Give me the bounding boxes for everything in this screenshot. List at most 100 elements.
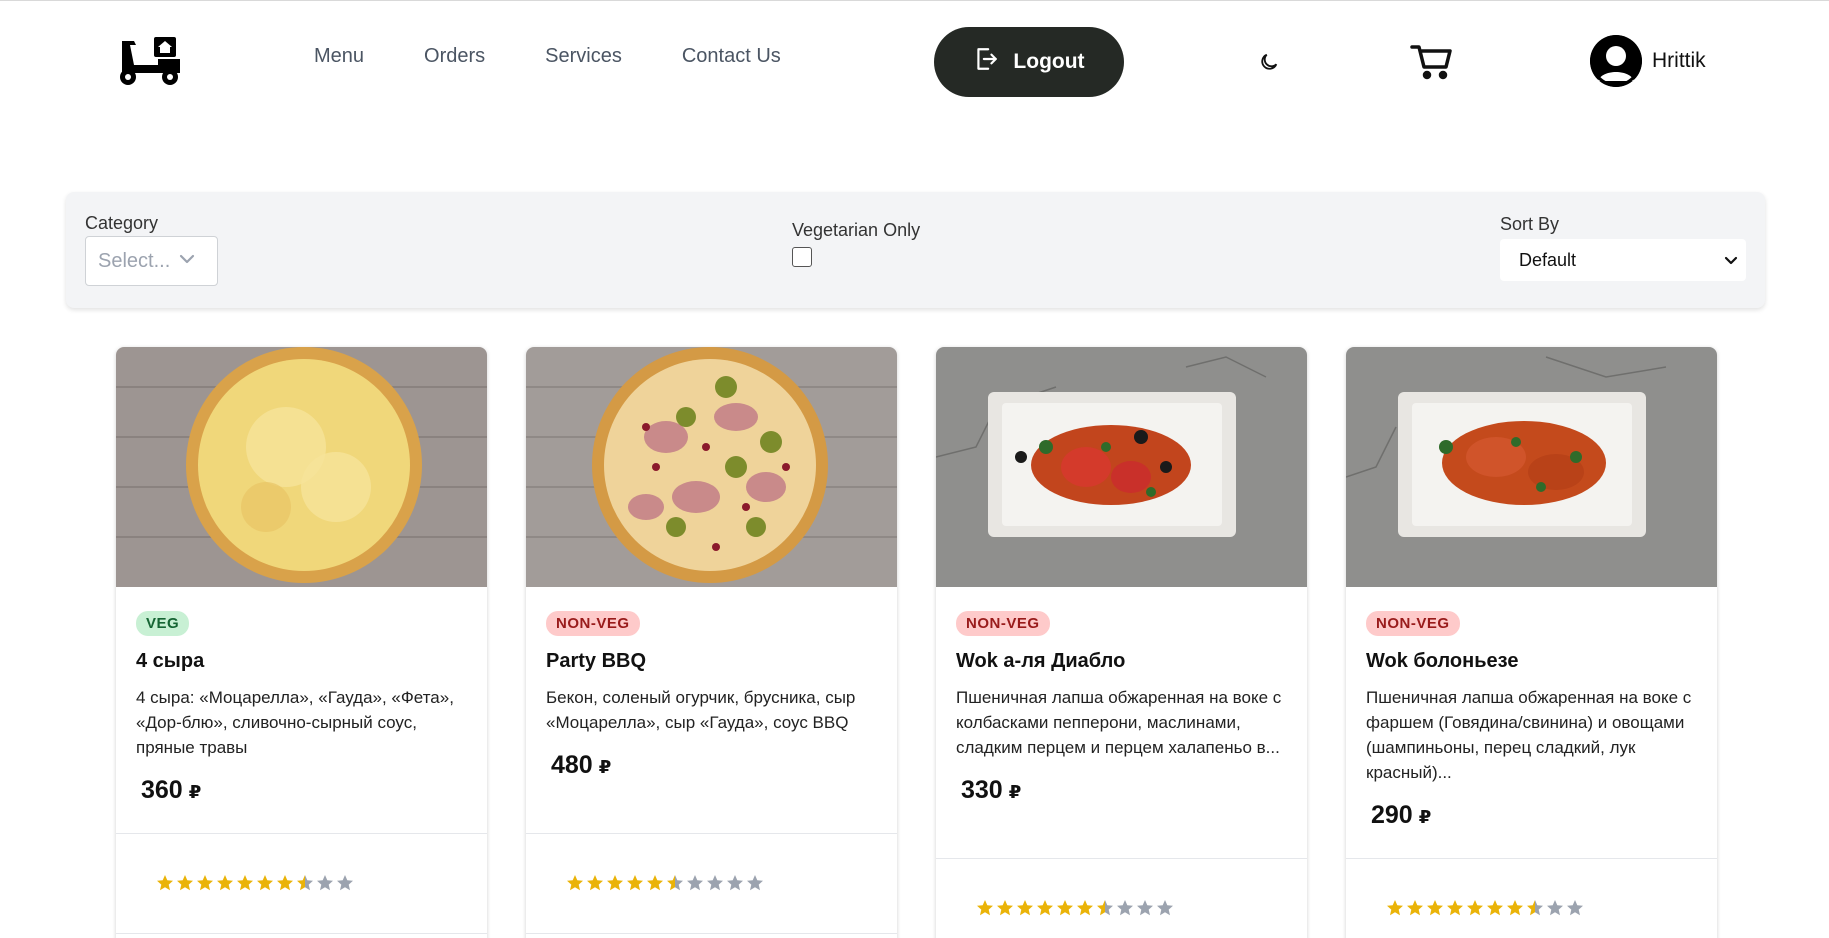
sort-value: Default bbox=[1519, 249, 1577, 270]
star-icon bbox=[727, 875, 743, 891]
star-icon bbox=[157, 875, 173, 891]
four-cheese-pizza-image bbox=[116, 347, 487, 587]
star-icon bbox=[217, 875, 233, 891]
cart-icon[interactable] bbox=[1410, 43, 1454, 81]
top-header: Menu Orders Services Contact Us Logout H… bbox=[0, 0, 1829, 120]
nav-menu-link[interactable]: Menu bbox=[314, 45, 364, 68]
rating-stars bbox=[566, 874, 897, 892]
item-price: 360 ₽ bbox=[141, 776, 467, 805]
star-icon bbox=[1427, 900, 1443, 916]
sort-select[interactable]: Default bbox=[1500, 239, 1746, 281]
card-footer bbox=[526, 833, 897, 892]
rating-stars bbox=[976, 899, 1307, 917]
category-placeholder: Select... bbox=[98, 249, 171, 272]
star-icon bbox=[1117, 900, 1133, 916]
filter-bar: Category Select... Vegetarian Only Sort … bbox=[66, 192, 1765, 308]
star-icon bbox=[1527, 900, 1543, 916]
price-value: 480 bbox=[551, 751, 593, 779]
star-icon bbox=[1467, 900, 1483, 916]
category-filter: Category Select... bbox=[85, 213, 218, 286]
star-icon bbox=[1447, 900, 1463, 916]
item-description: 4 сыра: «Моцарелла», «Гауда», «Фета», «Д… bbox=[136, 688, 454, 757]
star-icon bbox=[997, 900, 1013, 916]
wok-bolognese-image bbox=[1346, 347, 1717, 587]
veg-badge: VEG bbox=[136, 611, 190, 636]
rating-stars bbox=[156, 874, 487, 892]
item-description: Пшеничная лапша обжаренная на воке с фар… bbox=[1366, 688, 1692, 782]
card-footer bbox=[936, 858, 1307, 917]
non-veg-badge: NON-VEG bbox=[956, 611, 1050, 636]
price-value: 330 bbox=[961, 776, 1003, 804]
star-icon bbox=[1387, 900, 1403, 916]
star-icon bbox=[977, 900, 993, 916]
star-icon bbox=[1017, 900, 1033, 916]
star-icon bbox=[567, 875, 583, 891]
item-title: Party BBQ bbox=[546, 650, 647, 672]
star-icon bbox=[647, 875, 663, 891]
avatar bbox=[1590, 35, 1642, 87]
nav-contact-link[interactable]: Contact Us bbox=[682, 45, 781, 68]
star-icon bbox=[237, 875, 253, 891]
star-icon bbox=[687, 875, 703, 891]
menu-card[interactable]: NON-VEG Wok а-ля Диабло Пшеничная лапша … bbox=[936, 347, 1307, 938]
logout-icon bbox=[973, 46, 999, 78]
star-icon bbox=[1157, 900, 1173, 916]
non-veg-badge: NON-VEG bbox=[1366, 611, 1460, 636]
nav-services-link[interactable]: Services bbox=[545, 45, 622, 68]
chevron-down-icon bbox=[1724, 250, 1738, 271]
card-footer bbox=[116, 833, 487, 892]
star-icon bbox=[1057, 900, 1073, 916]
star-icon bbox=[1077, 900, 1093, 916]
currency-symbol: ₽ bbox=[188, 782, 202, 802]
category-label: Category bbox=[85, 213, 159, 233]
menu-card[interactable]: VEG 4 сыра 4 сыра: «Моцарелла», «Гауда»,… bbox=[116, 347, 487, 938]
party-bbq-pizza-image bbox=[526, 347, 897, 587]
card-divider bbox=[526, 933, 897, 934]
menu-card[interactable]: NON-VEG Party BBQ Бекон, соленый огурчик… bbox=[526, 347, 897, 938]
star-icon bbox=[707, 875, 723, 891]
item-title: 4 сыра bbox=[136, 650, 205, 672]
star-icon bbox=[297, 875, 313, 891]
logout-label: Logout bbox=[1013, 50, 1085, 73]
star-icon bbox=[667, 875, 683, 891]
card-footer bbox=[1346, 858, 1717, 917]
item-description: Бекон, соленый огурчик, брусника, сыр «М… bbox=[546, 688, 856, 732]
chevron-down-icon bbox=[178, 252, 196, 270]
currency-symbol: ₽ bbox=[598, 757, 612, 777]
menu-card[interactable]: NON-VEG Wok болоньезе Пшеничная лапша об… bbox=[1346, 347, 1717, 938]
star-icon bbox=[257, 875, 273, 891]
wok-diablo-image bbox=[936, 347, 1307, 587]
nav-orders-link[interactable]: Orders bbox=[424, 45, 485, 68]
username: Hrittik bbox=[1652, 49, 1706, 72]
star-icon bbox=[177, 875, 193, 891]
star-icon bbox=[587, 875, 603, 891]
vegetarian-checkbox[interactable] bbox=[792, 247, 812, 267]
star-icon bbox=[1487, 900, 1503, 916]
star-icon bbox=[747, 875, 763, 891]
star-icon bbox=[1407, 900, 1423, 916]
scooter-logo-icon[interactable] bbox=[114, 35, 184, 89]
star-icon bbox=[1567, 900, 1583, 916]
sort-label: Sort By bbox=[1500, 214, 1560, 234]
moon-icon[interactable] bbox=[1258, 51, 1280, 73]
item-title: Wok а-ля Диабло bbox=[956, 650, 1126, 672]
item-description: Пшеничная лапша обжаренная на воке с кол… bbox=[956, 688, 1282, 757]
star-icon bbox=[197, 875, 213, 891]
star-icon bbox=[1097, 900, 1113, 916]
logout-button[interactable]: Logout bbox=[934, 27, 1124, 97]
star-icon bbox=[1507, 900, 1523, 916]
non-veg-badge: NON-VEG bbox=[546, 611, 640, 636]
star-icon bbox=[1137, 900, 1153, 916]
vegetarian-label: Vegetarian Only bbox=[792, 220, 921, 240]
user-menu[interactable]: Hrittik bbox=[1590, 35, 1706, 87]
star-icon bbox=[337, 875, 353, 891]
currency-symbol: ₽ bbox=[1418, 807, 1432, 827]
item-price: 480 ₽ bbox=[551, 751, 877, 780]
star-icon bbox=[627, 875, 643, 891]
main-nav: Menu Orders Services Contact Us bbox=[314, 45, 841, 68]
star-icon bbox=[607, 875, 623, 891]
rating-stars bbox=[1386, 899, 1717, 917]
category-select[interactable]: Select... bbox=[85, 236, 218, 286]
card-divider bbox=[116, 933, 487, 934]
star-icon bbox=[1037, 900, 1053, 916]
